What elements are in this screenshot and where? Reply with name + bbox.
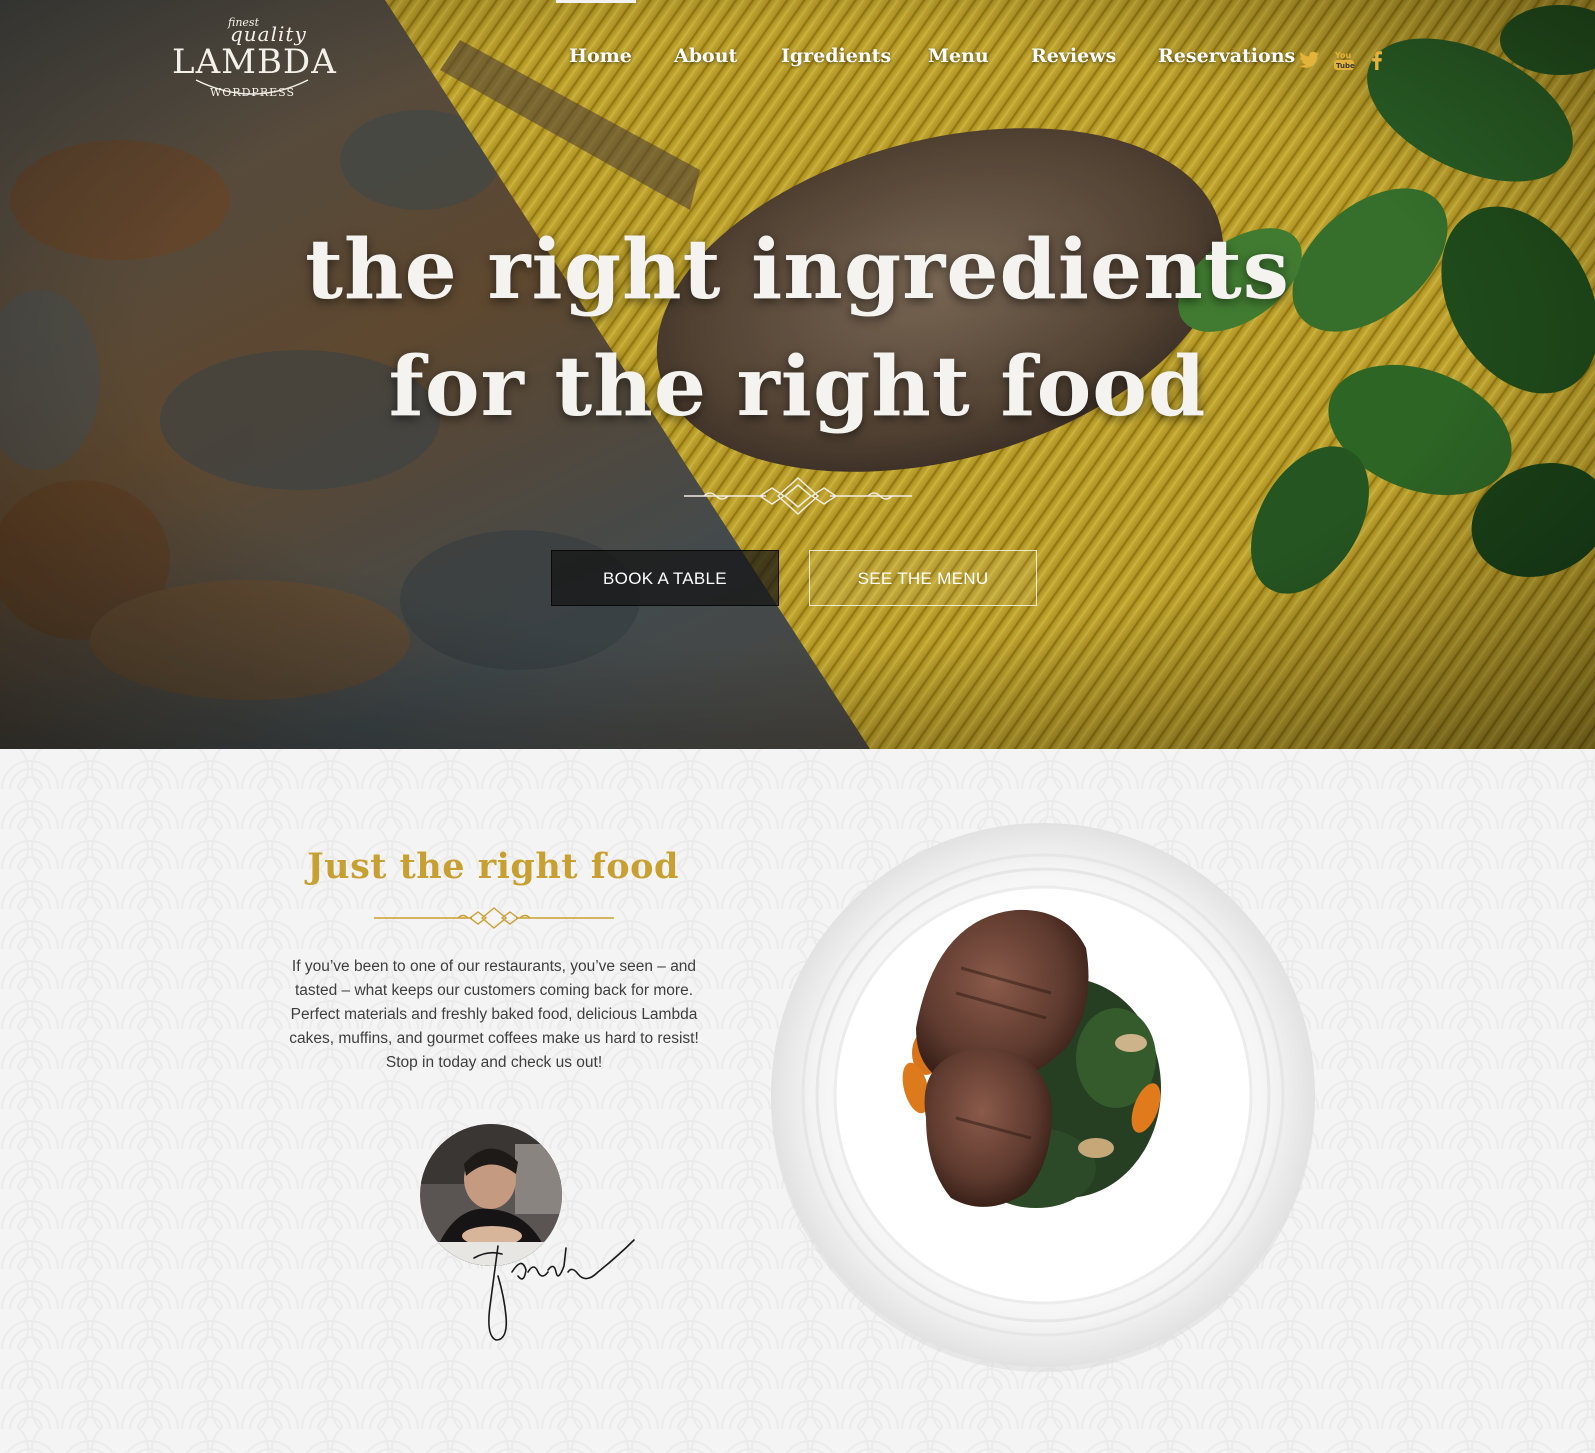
- book-table-button[interactable]: BOOK A TABLE: [551, 550, 779, 606]
- nav-item-home[interactable]: Home: [569, 45, 632, 67]
- about-title: Just the right food: [307, 846, 679, 887]
- about-ornament-divider: [374, 907, 614, 929]
- nav-active-indicator: [556, 0, 636, 3]
- about-paragraph: If you’ve been to one of our restaurants…: [289, 958, 699, 1071]
- svg-text:Tube: Tube: [1336, 62, 1355, 70]
- nav-item-about[interactable]: About: [674, 45, 737, 67]
- nav-item-reviews[interactable]: Reviews: [1031, 45, 1116, 67]
- youtube-icon[interactable]: You Tube: [1333, 48, 1357, 72]
- twitter-icon[interactable]: [1297, 48, 1321, 72]
- nav-item-ingredients[interactable]: Igredients: [781, 45, 891, 67]
- hero-section: finest quality LAMBDA WORDPRESS Home Abo…: [0, 0, 1595, 749]
- logo-subtitle: WORDPRESS: [210, 86, 296, 99]
- brand-logo[interactable]: finest quality LAMBDA WORDPRESS: [172, 6, 337, 102]
- facebook-icon[interactable]: [1365, 48, 1389, 72]
- see-menu-button[interactable]: SEE THE MENU: [809, 550, 1037, 606]
- logo-name: LAMBDA: [172, 42, 337, 82]
- hero-ornament-divider: [684, 476, 912, 516]
- chef-signature: [473, 1239, 635, 1341]
- nav-item-menu[interactable]: Menu: [928, 45, 989, 67]
- svg-text:You: You: [1334, 51, 1352, 60]
- nav-item-reservations[interactable]: Reservations: [1158, 45, 1295, 67]
- hero-headline-line-1: the right ingredients: [305, 222, 1290, 318]
- hero-headline-line-2: for the right food: [388, 339, 1207, 435]
- steak-plate-image: [771, 823, 1315, 1372]
